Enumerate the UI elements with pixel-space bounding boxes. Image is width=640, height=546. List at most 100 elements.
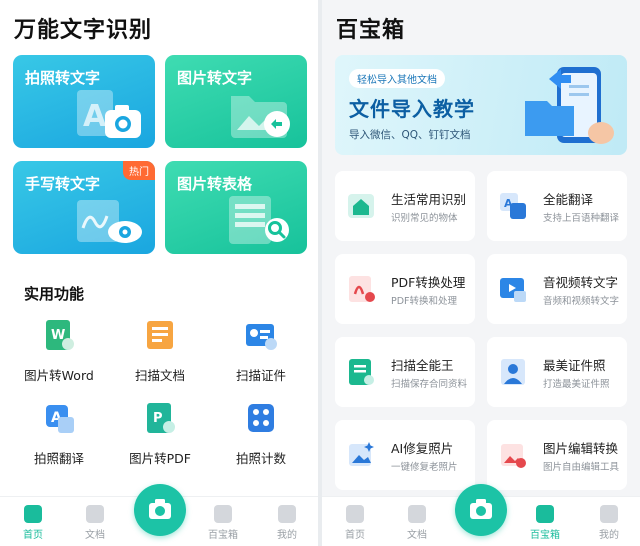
- toolbox-icon: [214, 505, 232, 523]
- tile-title: 全能翻译: [543, 192, 594, 207]
- section-title: 实用功能: [24, 285, 85, 303]
- scan-document-tool[interactable]: 扫描文档: [112, 318, 208, 384]
- tile-subtitle: 音频和视频转文字: [543, 296, 620, 307]
- home-icon: [24, 505, 42, 523]
- image-edit-tile[interactable]: 图片编辑转换 图片自由编辑工具: [487, 420, 627, 490]
- life-recognition-tile[interactable]: 生活常用识别 识别常见的物体: [335, 171, 475, 241]
- pdf-convert-tile[interactable]: PDF转换处理 PDF转换和处理: [335, 254, 475, 324]
- portrait-icon: [501, 359, 525, 385]
- nav-toolbox[interactable]: 百宝箱: [520, 505, 570, 541]
- ai-photo-repair-tile[interactable]: AI修复照片 一键修复老照片: [335, 420, 475, 490]
- tile-subtitle: 一键修复老照片: [391, 462, 458, 473]
- toolbox-screen: 百宝箱 轻松导入其他文档 文件导入教学 导入微信、QQ、钉钉文档 生活常用识别 …: [322, 0, 640, 546]
- handwriting-eye-icon: [77, 200, 142, 243]
- translate-icon: A: [46, 405, 74, 433]
- house-icon: [348, 194, 374, 218]
- phone-import-illustration: [525, 67, 614, 144]
- photo-count-tool[interactable]: 拍照计数: [213, 401, 309, 467]
- nav-label: 我的: [277, 530, 297, 541]
- image-folder-icon: [231, 96, 290, 138]
- tool-label: 拍照计数: [235, 451, 286, 466]
- svg-text:A: A: [83, 99, 107, 134]
- banner-subtitle: 导入微信、QQ、钉钉文档: [349, 129, 471, 141]
- image-edit-icon: [501, 444, 526, 468]
- camera-icon: [470, 499, 492, 519]
- tool-label: 扫描证件: [235, 368, 286, 383]
- nav-label: 文档: [85, 530, 105, 541]
- tile-title: 最美证件照: [543, 358, 606, 373]
- camera-icon: [149, 499, 171, 519]
- camera-button[interactable]: [455, 484, 507, 536]
- nav-home[interactable]: 首页: [8, 505, 58, 541]
- profile-icon: [600, 505, 618, 523]
- count-grid-icon: [248, 404, 274, 432]
- tile-title: 扫描全能王: [391, 358, 454, 373]
- nav-label: 文档: [407, 530, 427, 541]
- nav-label: 首页: [345, 530, 365, 541]
- profile-icon: [278, 505, 296, 523]
- home-icon: [346, 505, 364, 523]
- nav-profile[interactable]: 我的: [584, 505, 634, 541]
- scan-id-tool[interactable]: 扫描证件: [213, 318, 309, 384]
- toolbox-icon: [536, 505, 554, 523]
- tile-subtitle: PDF转换和处理: [391, 296, 458, 307]
- card-label: 拍照转文字: [25, 69, 101, 87]
- nav-documents[interactable]: 文档: [392, 505, 442, 541]
- nav-label: 首页: [23, 530, 43, 541]
- image-to-table-card[interactable]: 图片转表格: [165, 161, 307, 254]
- scanner-tile[interactable]: 扫描全能王 扫描保存合同资料: [335, 337, 475, 407]
- ocr-home-screen: 万能文字识别 拍照转文字 A 图片转文字 手写转文字 热门 图片转表格 实用功能…: [0, 0, 318, 546]
- nav-label: 百宝箱: [208, 530, 238, 541]
- photo-translate-tool[interactable]: A 拍照翻译: [11, 401, 107, 467]
- tile-title: AI修复照片: [391, 441, 454, 456]
- page-title: 百宝箱: [336, 18, 406, 43]
- image-to-text-card[interactable]: 图片转文字: [165, 55, 307, 148]
- tile-subtitle: 图片自由编辑工具: [543, 462, 620, 473]
- tool-label: 扫描文档: [134, 368, 185, 383]
- document-icon: [86, 505, 104, 523]
- id-card-icon: [246, 324, 277, 350]
- video-text-icon: [500, 278, 526, 302]
- card-label: 手写转文字: [25, 175, 101, 193]
- image-to-word-tool[interactable]: W 图片转Word: [11, 318, 107, 384]
- photo-to-text-card[interactable]: 拍照转文字 A: [13, 55, 155, 148]
- tile-subtitle: 识别常见的物体: [391, 213, 458, 224]
- card-label: 图片转表格: [177, 175, 253, 193]
- tile-subtitle: 扫描保存合同资料: [391, 379, 468, 390]
- audio-video-to-text-tile[interactable]: 音视频转文字 音频和视频转文字: [487, 254, 627, 324]
- translate-icon: A: [500, 193, 526, 219]
- image-to-pdf-tool[interactable]: P 图片转PDF: [112, 401, 208, 467]
- word-doc-icon: W: [46, 320, 74, 350]
- import-tutorial-banner[interactable]: 轻松导入其他文档 文件导入教学 导入微信、QQ、钉钉文档: [335, 55, 627, 155]
- nav-documents[interactable]: 文档: [70, 505, 120, 541]
- document-icon: [408, 505, 426, 523]
- nav-label: 百宝箱: [530, 530, 560, 541]
- tool-label: 拍照翻译: [33, 451, 84, 466]
- nav-toolbox[interactable]: 百宝箱: [198, 505, 248, 541]
- tile-title: 生活常用识别: [391, 192, 467, 207]
- page-title: 万能文字识别: [14, 18, 153, 43]
- hot-badge: 热门: [123, 161, 155, 180]
- tile-title: 音视频转文字: [543, 275, 619, 290]
- camera-text-icon: A: [77, 90, 141, 138]
- scan-document-icon: [147, 321, 173, 349]
- camera-button[interactable]: [134, 484, 186, 536]
- svg-text:P: P: [153, 411, 163, 426]
- nav-home[interactable]: 首页: [330, 505, 380, 541]
- nav-profile[interactable]: 我的: [262, 505, 312, 541]
- table-search-icon: [229, 196, 289, 244]
- tile-title: 图片编辑转换: [543, 441, 619, 456]
- tile-subtitle: 支持上百语种翻译: [543, 213, 620, 224]
- handwriting-to-text-card[interactable]: 手写转文字 热门: [13, 161, 155, 254]
- nav-label: 我的: [599, 530, 619, 541]
- tool-label: 图片转Word: [24, 368, 94, 383]
- banner-title: 文件导入教学: [349, 97, 475, 121]
- translation-tile[interactable]: A 全能翻译 支持上百语种翻译: [487, 171, 627, 241]
- tile-title: PDF转换处理: [391, 275, 466, 290]
- pdf-convert-icon: [349, 276, 375, 302]
- banner-tag: 轻松导入其他文档: [349, 69, 445, 88]
- card-label: 图片转文字: [177, 69, 253, 87]
- id-photo-tile[interactable]: 最美证件照 打造最美证件照: [487, 337, 627, 407]
- tile-subtitle: 打造最美证件照: [543, 379, 610, 390]
- photo-repair-icon: [349, 442, 374, 466]
